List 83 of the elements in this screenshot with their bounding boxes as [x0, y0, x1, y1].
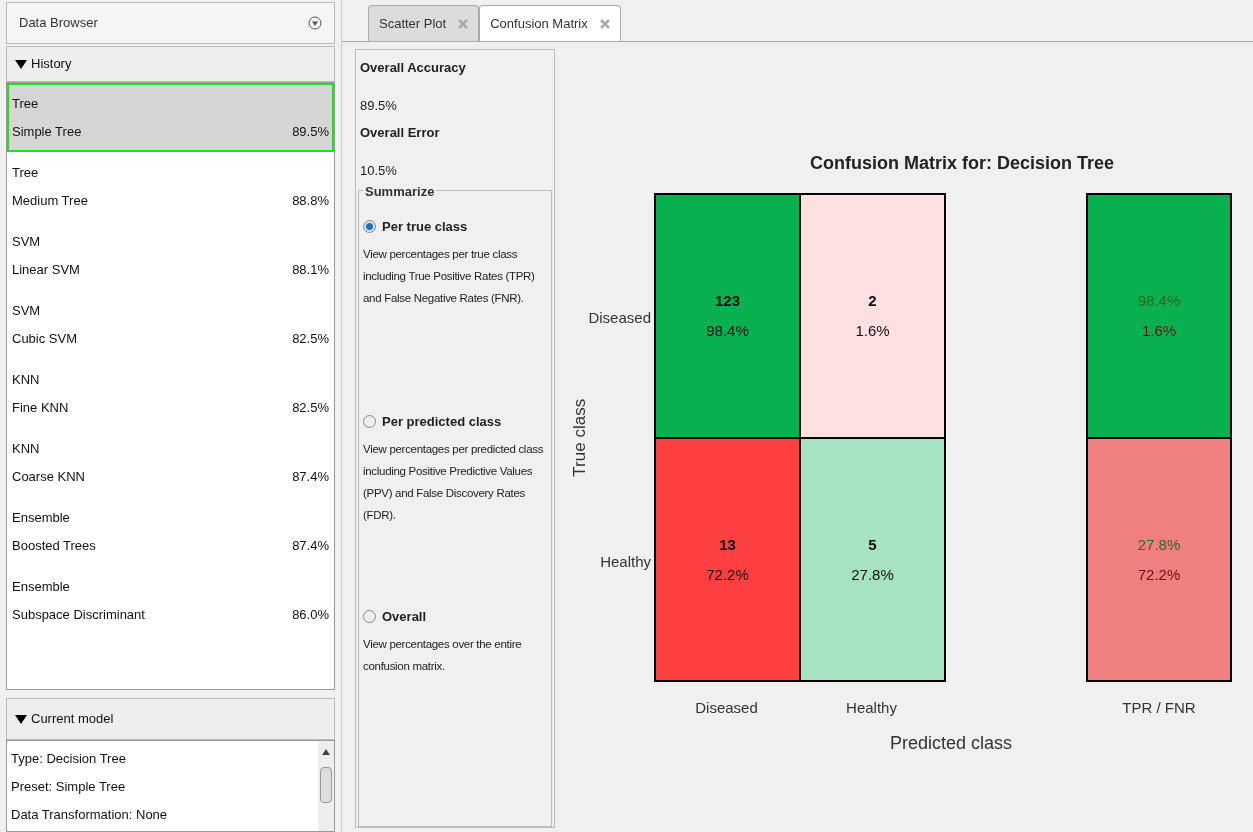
dropdown-icon[interactable]: [308, 16, 322, 30]
triangle-icon[interactable]: [15, 714, 27, 724]
model-type: Ensemble: [12, 508, 71, 527]
history-item[interactable]: KNN Coarse KNN 87.4%: [7, 428, 334, 497]
scroll-up-icon[interactable]: [322, 749, 330, 755]
model-name: Coarse KNN: [12, 467, 85, 486]
column-label: Diseased: [694, 698, 759, 718]
option-label: Overall: [382, 608, 427, 626]
model-type: Tree: [12, 163, 40, 182]
model-name: Cubic SVM: [12, 329, 78, 348]
tpr-value: 98.4%: [1137, 291, 1181, 311]
cell-count: 123: [715, 291, 740, 311]
section-title: Current model: [31, 710, 114, 729]
model-accuracy: 89.5%: [292, 122, 329, 141]
section-header[interactable]: History: [6, 46, 335, 82]
section-header[interactable]: Current model: [6, 698, 335, 740]
close-icon[interactable]: [458, 18, 469, 29]
cell-percent: 72.2%: [706, 564, 749, 585]
option-label: Per predicted class: [382, 413, 502, 431]
chart-title: Confusion Matrix for: Decision Tree: [810, 152, 1115, 175]
triangle-icon[interactable]: [15, 59, 27, 69]
history-item[interactable]: SVM Cubic SVM 82.5%: [7, 290, 334, 359]
model-detail-line: Data Transformation: None: [11, 806, 169, 824]
history-item[interactable]: Ensemble Boosted Trees 87.4%: [7, 497, 334, 566]
history-item[interactable]: Ensemble Subspace Discriminant 86.0%: [7, 566, 334, 635]
column-label: Healthy: [845, 698, 898, 718]
history-item[interactable]: Tree Medium Tree 88.8%: [7, 152, 334, 221]
option-description: View percentages per predicted class including Positive Predictive Values (PPV) and False Discovery Rates (FDR).: [363, 441, 545, 523]
axis-title: True class: [569, 397, 591, 479]
radio-button[interactable]: [363, 220, 376, 234]
model-accuracy: 88.1%: [292, 260, 329, 279]
model-accuracy: 86.0%: [292, 605, 329, 624]
history-item[interactable]: Tree Simple Tree 89.5%: [7, 83, 334, 152]
model-type: Ensemble: [12, 577, 71, 596]
radio-button[interactable]: [363, 415, 376, 429]
model-accuracy: 82.5%: [292, 329, 329, 348]
model-accuracy: 82.5%: [292, 398, 329, 417]
model-accuracy: 88.8%: [292, 191, 329, 210]
stat-value: 10.5%: [360, 161, 398, 180]
model-name: Linear SVM: [12, 260, 80, 279]
model-accuracy: 87.4%: [292, 467, 329, 486]
column-label: TPR / FNR: [1121, 698, 1197, 718]
history-item[interactable]: KNN Fine KNN 82.5%: [7, 359, 334, 428]
row-label: Healthy: [599, 552, 651, 572]
model-type: KNN: [12, 439, 41, 458]
model-name: Subspace Discriminant: [12, 605, 145, 624]
model-name: Fine KNN: [12, 398, 69, 417]
model-detail-line: Type: Decision Tree: [11, 750, 127, 768]
section-title: History: [31, 55, 72, 74]
model-type: SVM: [12, 232, 42, 251]
model-type: SVM: [12, 301, 42, 320]
cell-count: 13: [719, 534, 736, 555]
panel-title: Data Browser: [19, 14, 98, 33]
cell-count: 5: [868, 534, 877, 555]
stat-label: Overall Error: [360, 124, 441, 142]
model-type: Tree: [12, 94, 40, 113]
scroll-thumb[interactable]: [320, 767, 332, 803]
model-detail-line: Preset: Simple Tree: [11, 778, 127, 796]
row-label: Diseased: [587, 308, 651, 328]
model-name: Boosted Trees: [12, 536, 96, 555]
model-name: Simple Tree: [12, 122, 82, 141]
cell-percent: 1.6%: [855, 321, 890, 341]
radio-button[interactable]: [363, 610, 376, 624]
cell-percent: 98.4%: [706, 321, 749, 341]
scrollbar[interactable]: [318, 741, 334, 831]
fnr-value: 72.2%: [1137, 564, 1181, 585]
model-type: KNN: [12, 370, 41, 389]
tab[interactable]: Scatter Plot: [368, 5, 480, 41]
history-item[interactable]: SVM Linear SVM 88.1%: [7, 221, 334, 290]
model-name: Medium Tree: [12, 191, 88, 210]
tab[interactable]: Confusion Matrix: [479, 5, 621, 41]
close-icon[interactable]: [599, 18, 610, 29]
cell-count: 2: [868, 291, 877, 311]
tpr-value: 27.8%: [1137, 534, 1181, 555]
stat-label: Overall Accuracy: [360, 59, 467, 77]
axis-title: Predicted class: [890, 732, 1013, 755]
fnr-value: 1.6%: [1141, 321, 1177, 341]
option-description: View percentages per true class including True Positive Rates (TPR) and False Negative Rates (FNR).: [363, 246, 536, 306]
option-label: Per true class: [382, 218, 468, 236]
cell-percent: 27.8%: [851, 564, 894, 585]
model-accuracy: 87.4%: [292, 536, 329, 555]
option-description: View percentages over the entire confusion matrix.: [363, 636, 523, 674]
stat-value: 89.5%: [360, 96, 398, 115]
